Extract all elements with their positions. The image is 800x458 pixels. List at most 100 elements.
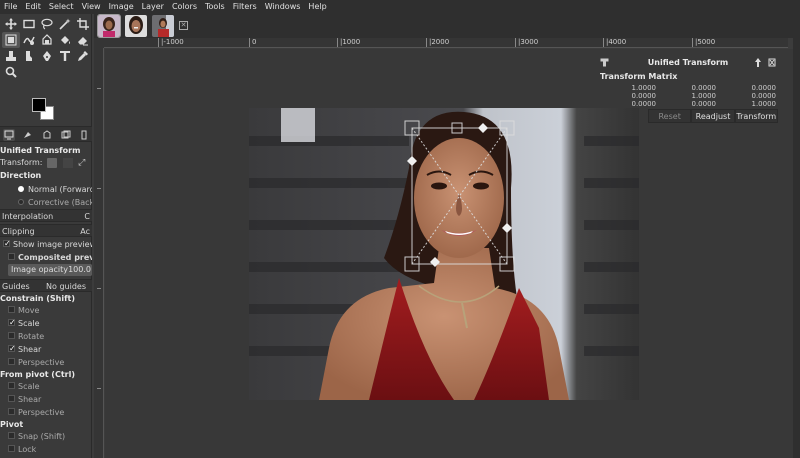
transform-matrix: 1.0000 0.0000 0.0000 0.0000 1.0000 0.0000 0.… [596,84,780,108]
image-canvas[interactable] [249,108,639,400]
composited-preview-option[interactable]: Composited preview [0,251,92,264]
readjust-button[interactable]: Readjust [691,109,735,123]
show-preview-checkbox[interactable] [3,238,11,250]
constrain-scale-checkbox[interactable] [8,317,16,329]
pivot-shear-checkbox[interactable] [8,395,15,402]
matrix-row: 1.0000 0.0000 0.0000 [596,84,780,92]
ruler-label: 0 [249,38,256,47]
transform-layer-icon[interactable] [47,157,58,168]
direction-normal-radio[interactable] [18,185,24,192]
clipping-dropdown[interactable]: Clipping Ac [0,224,92,237]
images-tab-icon[interactable] [60,129,72,141]
menu-windows[interactable]: Windows [261,0,305,14]
menu-colors[interactable]: Colors [168,0,201,14]
path-icon[interactable] [38,48,56,64]
menu-edit[interactable]: Edit [21,0,45,14]
image-opacity-slider[interactable]: Image opacity 100.0 [8,264,92,276]
direction-normal-option[interactable]: Normal (Forward) [0,183,92,196]
fg-bg-colors[interactable] [32,98,56,122]
transform-selection-icon[interactable] [62,157,73,168]
constrain-scale-option[interactable]: Scale [0,317,92,330]
pivot-scale-checkbox[interactable] [8,382,15,389]
composited-preview-label: Composited preview [18,253,92,262]
image-tab-2[interactable] [125,15,147,37]
cage-icon[interactable] [38,32,56,48]
menu-select[interactable]: Select [45,0,78,14]
tool-grid [2,16,92,80]
constrain-rotate-option[interactable]: Rotate [0,330,92,343]
constrain-rotate-checkbox[interactable] [8,332,15,339]
undo-history-tab-icon[interactable] [41,129,53,141]
menu-filters[interactable]: Filters [229,0,261,14]
pivot-perspective-label: Perspective [18,408,65,417]
image-opacity-value: 100.0 [68,265,91,274]
show-preview-option[interactable]: Show image preview [0,238,92,251]
paint-bucket-icon[interactable] [56,32,74,48]
pin-icon[interactable] [754,58,762,67]
constrain-shear-option[interactable]: Shear [0,343,92,356]
crop-icon[interactable] [74,16,92,32]
image-opacity-label: Image opacity [11,265,68,274]
vertical-scrollbar[interactable] [793,38,800,458]
constrain-move-option[interactable]: Move [0,304,92,317]
dock-menu-icon[interactable] [78,129,90,141]
move-icon[interactable] [2,16,20,32]
direction-normal-label: Normal (Forward) [28,185,92,194]
lasso-icon[interactable] [38,16,56,32]
constrain-perspective-label: Perspective [18,358,65,367]
device-status-tab-icon[interactable] [22,129,34,141]
menu-help[interactable]: Help [304,0,330,14]
transform-path-icon[interactable]: ⤢ [78,158,88,168]
interpolation-dropdown[interactable]: Interpolation C [0,209,92,222]
transform-matrix-label: Transform Matrix [600,72,678,81]
tool-options-tab-icon[interactable] [3,129,15,141]
pivot-shear-label: Shear [18,395,42,404]
ruler-label: |-1000 [158,38,184,47]
clipping-label: Clipping [2,227,35,236]
image-tab-1[interactable] [97,14,121,38]
clone-icon[interactable] [2,48,20,64]
ruler-label: |3000 [515,38,538,47]
menu-view[interactable]: View [78,0,105,14]
fuzzy-select-icon[interactable] [56,16,74,32]
transform-row: Transform: ⤢ ▯ [0,156,92,169]
menu-layer[interactable]: Layer [138,0,168,14]
pivot-snap-checkbox[interactable] [8,432,15,439]
text-icon[interactable] [56,48,74,64]
interpolation-value: C [84,212,90,221]
pivot-shear-option[interactable]: Shear [0,393,92,406]
ruler-corner [94,38,104,48]
close-icon[interactable] [768,58,776,67]
pivot-lock-checkbox[interactable] [8,445,15,452]
constrain-shear-checkbox[interactable] [8,343,16,355]
menu-image[interactable]: Image [105,0,138,14]
matrix-cell: 0.0000 [631,92,657,100]
matrix-cell: 1.0000 [751,100,777,108]
pivot-scale-option[interactable]: Scale [0,380,92,393]
close-tab-icon[interactable]: ✕ [179,21,188,30]
image-tab-3[interactable] [152,15,174,37]
reset-button[interactable]: Reset [648,109,692,123]
rect-select-icon[interactable] [20,16,38,32]
constrain-perspective-checkbox[interactable] [8,358,15,365]
menu-file[interactable]: File [0,0,21,14]
guides-label: Guides [2,282,30,291]
guides-dropdown[interactable]: Guides No guides [0,279,92,292]
pivot-perspective-checkbox[interactable] [8,408,15,415]
transform-button[interactable]: Transform [734,109,778,123]
zoom-icon[interactable] [2,64,20,80]
composited-preview-checkbox[interactable] [8,253,15,260]
foreground-color-swatch[interactable] [32,98,46,112]
unified-transform-icon[interactable] [2,32,20,48]
image-tabs: ✕ [94,14,800,38]
matrix-cell: 0.0000 [691,84,717,92]
unified-transform-dialog: Unified Transform Transform Matrix 1.000… [596,56,780,126]
pivot-lock-option[interactable]: Lock [0,443,92,456]
constrain-move-checkbox[interactable] [8,306,15,313]
matrix-cell: 1.0000 [691,92,717,100]
matrix-row: 0.0000 1.0000 0.0000 [596,92,780,100]
pivot-snap-option[interactable]: Snap (Shift) [0,430,92,443]
menu-tools[interactable]: Tools [201,0,229,14]
direction-corrective-radio[interactable] [18,198,24,205]
direction-corrective-option[interactable]: Corrective (Backward) [0,196,92,209]
